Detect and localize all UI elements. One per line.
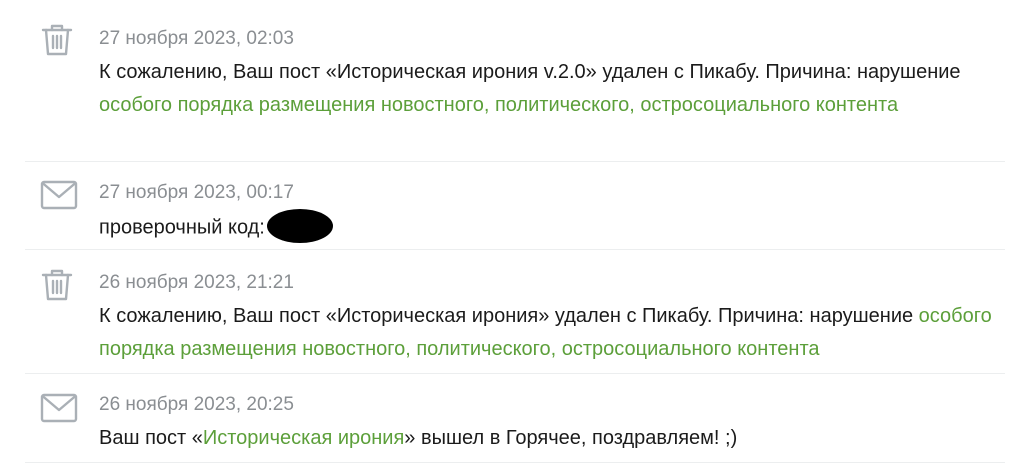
notification-message: Ваш пост « <box>99 427 203 449</box>
envelope-icon <box>40 180 78 210</box>
notification-message: проверочный код: <box>99 216 265 239</box>
notification-text: К сожалению, Ваш пост «Историческая ирон… <box>99 300 999 366</box>
notification-item: 26 ноября 2023, 20:25 Ваш пост «Историче… <box>25 373 1005 463</box>
notification-message: К сожалению, Ваш пост «Историческая ирон… <box>99 61 961 83</box>
notification-message-end: » вышел в Горячее, поздравляем! ;) <box>404 427 738 449</box>
notification-text: Ваш пост «Историческая ирония» вышел в Г… <box>99 422 999 455</box>
notification-date: 26 ноября 2023, 20:25 <box>99 394 294 415</box>
notification-text: К сожалению, Ваш пост «Историческая ирон… <box>99 56 999 122</box>
rules-link[interactable]: особого порядка размещения новостного, п… <box>99 94 898 116</box>
notification-date: 27 ноября 2023, 02:03 <box>99 28 294 49</box>
redacted-code <box>266 209 333 243</box>
envelope-icon <box>40 393 78 423</box>
notification-date: 26 ноября 2023, 21:21 <box>99 272 294 293</box>
notification-item: 27 ноября 2023, 02:03 К сожалению, Ваш п… <box>25 0 1005 162</box>
post-link[interactable]: Историческая ирония <box>203 427 404 449</box>
notification-list: 27 ноября 2023, 02:03 К сожалению, Ваш п… <box>0 0 1033 473</box>
trash-icon <box>40 267 74 301</box>
notification-message: К сожалению, Ваш пост «Историческая ирон… <box>99 305 919 327</box>
trash-icon <box>40 22 74 56</box>
notification-item: 27 ноября 2023, 00:17 проверочный код: <box>25 161 1005 250</box>
notification-item: 26 ноября 2023, 21:21 К сожалению, Ваш п… <box>25 249 1005 374</box>
notification-date: 27 ноября 2023, 00:17 <box>99 182 294 203</box>
notification-text: проверочный код: <box>99 209 999 245</box>
